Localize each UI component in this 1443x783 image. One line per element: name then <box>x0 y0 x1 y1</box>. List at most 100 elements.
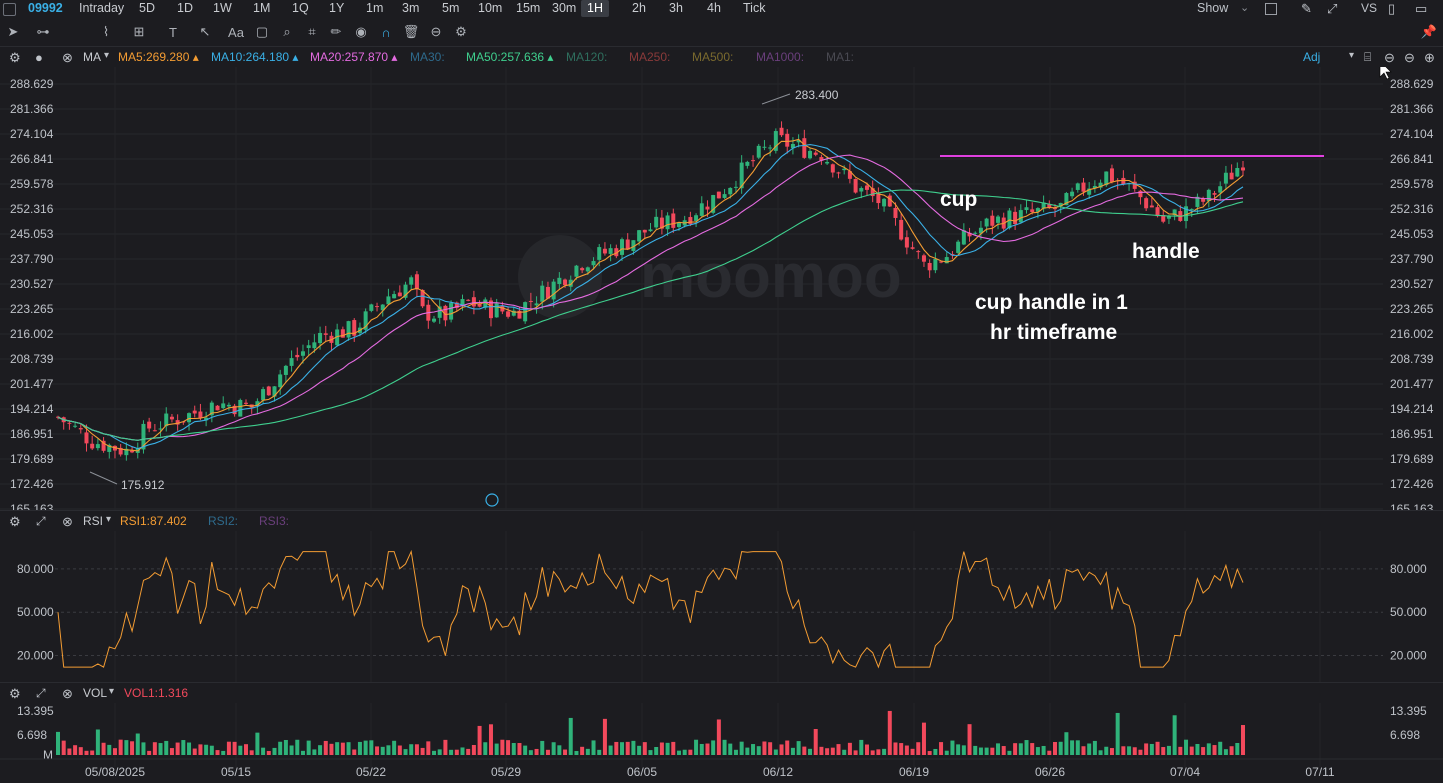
rsi-select[interactable]: RSI <box>83 514 103 528</box>
tab-1q[interactable]: 1Q <box>286 0 315 17</box>
settings-icon[interactable]: ⚙ <box>452 20 470 44</box>
volume-bar <box>112 748 117 755</box>
candle-body <box>597 247 602 260</box>
vs-button[interactable]: VS <box>1361 0 1377 17</box>
pin-icon[interactable]: 📌 <box>1420 20 1438 44</box>
close-icon[interactable]: ⊗ <box>62 686 73 702</box>
close-icon[interactable]: ⊗ <box>62 50 73 66</box>
ticker-label[interactable]: 09992 <box>28 0 63 17</box>
volume-bar <box>790 747 795 755</box>
chevron-down-icon[interactable]: ▾ <box>106 514 111 525</box>
volume-bar <box>329 743 334 755</box>
brush-icon[interactable]: ✏ <box>327 20 345 44</box>
adj-select[interactable]: Adj <box>1303 50 1320 64</box>
vol-label-right: 6.698 <box>1390 728 1420 742</box>
indicator-select[interactable]: MA <box>83 50 101 64</box>
tab-1d[interactable]: 1D <box>171 0 199 17</box>
eye-icon[interactable]: ◉ <box>352 20 370 44</box>
tab-10m[interactable]: 10m <box>472 0 508 17</box>
chevron-down-icon[interactable]: ▾ <box>109 686 114 697</box>
gear-icon[interactable]: ⚙ <box>9 514 21 530</box>
expand-icon[interactable]: ⤢ <box>36 514 46 529</box>
volume-bar <box>1229 746 1234 755</box>
gear-icon[interactable]: ⚙ <box>9 686 21 702</box>
tab-30m[interactable]: 30m <box>546 0 582 17</box>
tab-1h[interactable]: 1H <box>581 0 609 17</box>
show-menu[interactable]: Show <box>1197 0 1228 17</box>
line-tool-icon[interactable]: ⊶ <box>30 20 56 44</box>
fullscreen-icon[interactable]: ⤢ <box>1327 0 1337 17</box>
pen-icon[interactable]: ✎ <box>1301 0 1312 17</box>
volume-bar <box>437 749 442 755</box>
date-label: 05/15 <box>221 765 251 779</box>
candle-body <box>830 164 835 173</box>
book-icon[interactable]: ▯ <box>1388 0 1395 17</box>
volume-bar <box>90 750 95 755</box>
comment-icon[interactable]: ▢ <box>253 20 271 44</box>
stock-icon[interactable] <box>3 3 16 16</box>
volume-bar <box>255 732 260 755</box>
vol-select[interactable]: VOL <box>83 686 107 700</box>
gear-icon[interactable]: ⚙ <box>9 50 21 66</box>
tab-3h[interactable]: 3h <box>663 0 689 17</box>
volume-bar <box>1058 741 1063 755</box>
minimize-icon[interactable]: ⊖ <box>1404 50 1415 66</box>
magnet-icon[interactable]: ∩ <box>377 20 395 44</box>
expand-icon[interactable]: ⤢ <box>36 686 46 701</box>
candle-body <box>864 185 869 190</box>
volume-bar <box>1092 740 1097 755</box>
tab-15m[interactable]: 15m <box>510 0 546 17</box>
tab-5d[interactable]: 5D <box>133 0 161 17</box>
arrow-tool-icon[interactable]: ↖ <box>196 20 214 44</box>
chart-style-icon[interactable]: ⌸ <box>1364 50 1371 65</box>
tab-2h[interactable]: 2h <box>626 0 652 17</box>
volume-bar <box>1035 747 1040 755</box>
candle-body <box>1030 209 1035 212</box>
trash-icon[interactable]: 🗑 <box>402 20 420 44</box>
zoom-in-icon[interactable]: ⊕ <box>1424 50 1435 66</box>
tab-1m[interactable]: 1m <box>360 0 389 17</box>
fib-tool-icon[interactable]: ⊞ <box>128 20 150 44</box>
volume-bar <box>335 742 340 755</box>
tab-intraday[interactable]: Intraday <box>73 0 130 17</box>
candle-body <box>620 239 625 255</box>
price-chart[interactable]: 288.629 288.629 281.366 281.366 274.104 274.1… <box>0 67 1443 783</box>
search-icon[interactable]: ⌕ <box>278 20 296 44</box>
text-tool-icon[interactable]: T <box>162 20 184 44</box>
volume-bar <box>659 742 664 755</box>
tab-4h[interactable]: 4h <box>701 0 727 17</box>
measure-icon[interactable]: ⌗ <box>303 20 321 44</box>
candle-body <box>654 216 659 228</box>
cursor-icon[interactable]: ➤ <box>4 20 22 44</box>
price-label-left: 252.316 <box>10 202 54 216</box>
font-tool-icon[interactable]: Aa <box>227 20 245 44</box>
chart-type-icon[interactable] <box>1265 3 1277 15</box>
sync-icon[interactable]: ⊖ <box>427 20 445 44</box>
layout-icon[interactable]: ▭ <box>1415 0 1427 17</box>
tab-3m[interactable]: 3m <box>396 0 425 17</box>
candle-body <box>882 198 887 207</box>
tab-1m[interactable]: 1M <box>247 0 276 17</box>
tab-5m[interactable]: 5m <box>436 0 465 17</box>
candle-body <box>295 354 300 358</box>
zoom-out-icon[interactable]: ⊖ <box>1384 50 1395 66</box>
wave-tool-icon[interactable]: ⌇ <box>95 20 117 44</box>
volume-bar <box>283 739 288 755</box>
date-label: 05/29 <box>491 765 521 779</box>
volume-bar <box>939 742 944 755</box>
volume-bar <box>870 750 875 755</box>
close-icon[interactable]: ⊗ <box>62 514 73 530</box>
chevron-down-icon[interactable]: ▾ <box>104 50 109 61</box>
candle-body <box>164 413 169 427</box>
volume-bar <box>665 742 670 755</box>
tab-1w[interactable]: 1W <box>207 0 238 17</box>
candle-body <box>1229 172 1234 180</box>
visibility-icon[interactable]: ● <box>35 50 43 65</box>
price-label-right: 259.578 <box>1390 177 1434 191</box>
volume-bar <box>768 742 773 755</box>
tab-tick[interactable]: Tick <box>737 0 771 17</box>
tab-1y[interactable]: 1Y <box>323 0 350 17</box>
volume-bar <box>1041 745 1046 755</box>
chevron-down-icon[interactable]: ▾ <box>1349 50 1354 61</box>
chevron-down-icon[interactable]: ⌄ <box>1240 0 1249 17</box>
